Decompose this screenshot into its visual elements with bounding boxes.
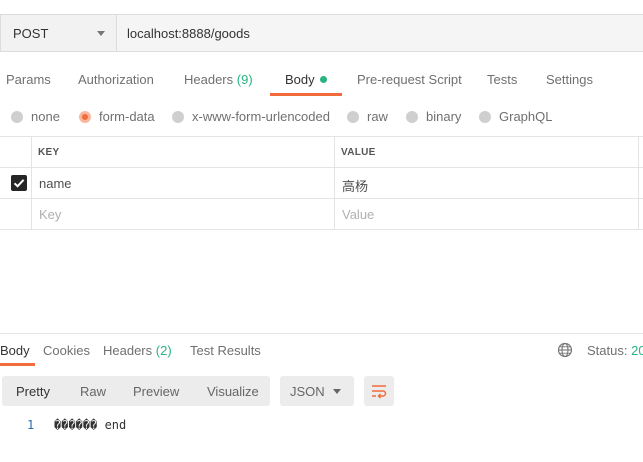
radio-none-label: none — [31, 109, 60, 124]
radio-urlencoded[interactable]: x-www-form-urlencoded — [172, 109, 330, 124]
radio-form-data-label: form-data — [99, 109, 155, 124]
radio-urlencoded-label: x-www-form-urlencoded — [192, 109, 330, 124]
response-tab-cookies-label: Cookies — [43, 343, 90, 358]
response-status: Status: 200 — [587, 343, 643, 358]
view-mode-visualize[interactable]: Visualize — [207, 384, 259, 399]
active-dot-icon — [319, 76, 327, 83]
radio-circle — [172, 110, 184, 123]
table-divider — [0, 198, 643, 199]
response-tab-body[interactable]: Body — [0, 343, 30, 358]
table-column-divider — [638, 136, 639, 230]
radio-binary-label: binary — [426, 109, 462, 124]
response-tab-headers[interactable]: Headers (2) — [103, 343, 172, 358]
radio-binary[interactable]: binary — [406, 109, 461, 124]
tab-settings-label: Settings — [546, 72, 593, 87]
row-enabled-checkbox[interactable] — [11, 175, 27, 191]
tab-settings[interactable]: Settings — [546, 72, 593, 87]
radio-graphql[interactable]: GraphQL — [479, 109, 552, 124]
tab-body-label: Body — [285, 72, 315, 87]
radio-circle — [347, 110, 359, 123]
tab-authorization-label: Authorization — [78, 72, 154, 87]
tab-tests-label: Tests — [487, 72, 518, 87]
method-select[interactable]: POST — [0, 14, 116, 52]
view-mode-pretty[interactable]: Pretty — [16, 384, 50, 399]
table-border-bottom — [0, 229, 643, 230]
wrap-lines-button[interactable] — [364, 376, 394, 406]
tab-headers-label: Headers — [184, 72, 234, 87]
radio-circle — [11, 110, 23, 123]
radio-none[interactable]: none — [11, 109, 60, 124]
radio-circle — [406, 110, 418, 123]
wrap-lines-icon — [372, 385, 387, 399]
tab-params-label: Params — [6, 72, 51, 87]
view-mode-raw[interactable]: Raw — [80, 384, 106, 399]
key-column-header: KEY — [38, 147, 60, 158]
radio-circle — [479, 110, 491, 123]
url-input[interactable]: localhost:8888/goods — [116, 14, 643, 52]
row-value-field[interactable]: 高杨 — [342, 176, 368, 195]
format-select[interactable]: JSON — [280, 376, 354, 406]
radio-raw-label: raw — [367, 109, 388, 124]
tab-params[interactable]: Params — [6, 72, 51, 87]
tab-prerequest-label: Pre-request Script — [357, 72, 462, 87]
format-label: JSON — [290, 383, 325, 399]
table-border-top — [0, 136, 643, 137]
response-tab-cookies[interactable]: Cookies — [43, 343, 90, 358]
radio-form-data[interactable]: form-data — [79, 109, 155, 124]
response-tab-headers-count: (2) — [155, 343, 172, 358]
method-label: POST — [13, 25, 49, 41]
globe-icon[interactable] — [557, 342, 573, 361]
row-key-field[interactable]: name — [39, 176, 72, 191]
table-column-divider — [334, 136, 335, 230]
radio-circle-selected — [79, 110, 91, 123]
response-tab-test-results-label: Test Results — [190, 343, 261, 358]
status-value: 200 — [631, 343, 643, 358]
tab-headers[interactable]: Headers (9) — [184, 72, 253, 87]
tab-authorization[interactable]: Authorization — [78, 72, 154, 87]
line-number: 1 — [27, 418, 35, 432]
check-icon — [13, 179, 25, 188]
view-mode-preview[interactable]: Preview — [133, 384, 179, 399]
tab-body[interactable]: Body — [285, 72, 327, 87]
response-body-line: ������ end — [54, 418, 127, 432]
new-key-input[interactable]: Key — [39, 207, 61, 222]
table-column-divider — [31, 136, 32, 230]
chevron-down-icon — [333, 389, 341, 394]
table-divider — [0, 167, 643, 168]
response-tab-headers-label: Headers — [103, 343, 153, 358]
response-tab-body-label: Body — [0, 343, 30, 358]
chevron-down-icon — [97, 31, 105, 36]
radio-graphql-label: GraphQL — [499, 109, 553, 124]
radio-raw[interactable]: raw — [347, 109, 388, 124]
value-column-header: VALUE — [341, 147, 376, 158]
tab-body-underline — [270, 93, 342, 96]
tab-prerequest-script[interactable]: Pre-request Script — [357, 72, 462, 87]
response-tab-test-results[interactable]: Test Results — [190, 343, 261, 358]
new-value-input[interactable]: Value — [342, 207, 374, 222]
response-tab-body-underline — [0, 363, 35, 366]
response-divider — [0, 333, 643, 334]
status-label: Status: — [587, 343, 628, 358]
url-text: localhost:8888/goods — [127, 25, 250, 41]
tab-tests[interactable]: Tests — [487, 72, 517, 87]
tab-headers-count: (9) — [236, 72, 253, 87]
